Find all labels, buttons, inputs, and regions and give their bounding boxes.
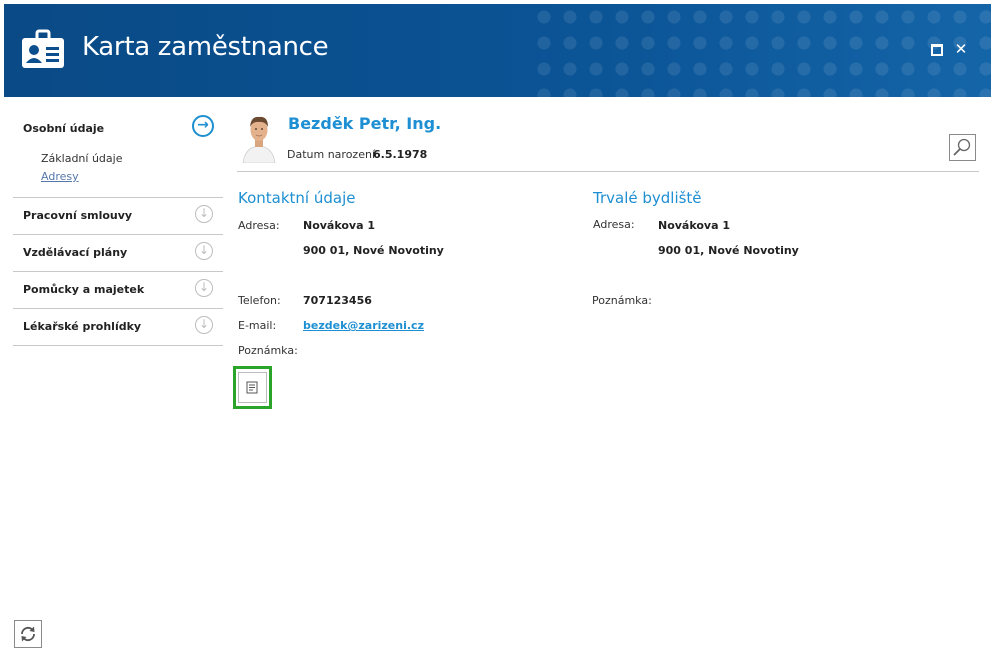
contact-address-line1: Novákova 1 [303,219,376,232]
sidebar: Osobní údaje → Základní údaje Adresy Pra… [13,110,223,346]
employee-card-icon [22,29,64,68]
sidebar-section-label: Vzdělávací plány [23,246,128,259]
permanent-note-label: Poznámka: [592,294,652,307]
window-title: Karta zaměstnance [82,32,329,62]
phone-value: 707123456 [303,294,372,307]
zoom-button[interactable] [949,134,976,161]
email-link[interactable]: bezdek@zarizeni.cz [303,319,424,332]
dob-value: 6.5.1978 [373,148,428,161]
sidebar-section-contracts[interactable]: Pracovní smlouvy ↓ [13,198,223,235]
email-label: E-mail: [238,319,277,332]
refresh-button[interactable] [14,620,42,648]
sidebar-section-equipment[interactable]: Pomůcky a majetek ↓ [13,272,223,309]
close-button[interactable]: ✕ [954,42,968,57]
maximize-button[interactable] [930,42,944,56]
note-icon [246,381,258,394]
arrow-down-circle-icon[interactable]: ↓ [195,279,213,297]
permanent-address-line2: 900 01, Nové Novotiny [658,244,799,257]
arrow-down-circle-icon[interactable]: ↓ [195,242,213,260]
contact-address-label: Adresa: [238,219,280,232]
note-button-highlight [233,366,272,409]
permanent-address-line1: Novákova 1 [658,219,731,232]
header-pattern [531,4,991,97]
divider [237,171,979,172]
contact-address-line2: 900 01, Nové Novotiny [303,244,444,257]
phone-label: Telefon: [238,294,281,307]
magnifier-icon [953,138,971,156]
sidebar-section-personal: Osobní údaje → Základní údaje Adresy [13,110,223,198]
permanent-address-label: Adresa: [593,218,635,231]
arrow-right-circle-icon[interactable]: → [192,115,214,137]
sidebar-section-label: Lékařské prohlídky [23,320,142,333]
sidebar-section-label[interactable]: Osobní údaje [23,122,104,135]
arrow-down-circle-icon[interactable]: ↓ [195,316,213,334]
sidebar-section-medical[interactable]: Lékařské prohlídky ↓ [13,309,223,346]
window-header: Karta zaměstnance ✕ [4,4,991,97]
sidebar-section-label: Pracovní smlouvy [23,209,133,222]
arrow-down-circle-icon[interactable]: ↓ [195,205,213,223]
permanent-section-title: Trvalé bydliště [593,189,702,207]
contact-section-title: Kontaktní údaje [238,189,356,207]
sidebar-item-basic-info[interactable]: Základní údaje [41,152,122,165]
sidebar-item-addresses[interactable]: Adresy [41,170,79,183]
sidebar-section-label: Pomůcky a majetek [23,283,145,296]
contact-note-label: Poznámka: [238,344,298,357]
dob-label: Datum narození: [287,148,379,161]
person-name: Bezděk Petr, Ing. [288,114,442,133]
sidebar-section-education[interactable]: Vzdělávací plány ↓ [13,235,223,272]
edit-note-button[interactable] [238,372,267,403]
refresh-icon [21,626,35,642]
avatar [239,113,279,163]
